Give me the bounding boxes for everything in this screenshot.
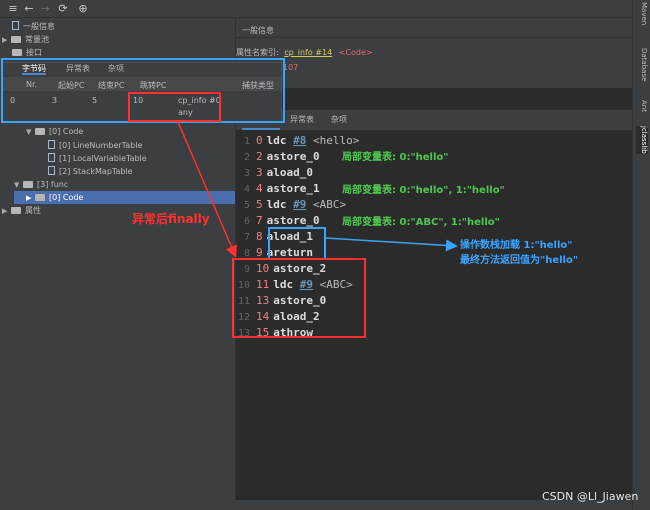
tab-database[interactable]: Database (636, 48, 648, 81)
tab-jclasslib[interactable]: jclasslib (636, 126, 648, 154)
arrow-handler-to-finally (177, 121, 237, 258)
status-bar (0, 500, 632, 510)
tab-ant[interactable]: Ant (636, 100, 648, 112)
annotation-arrows (177, 121, 458, 258)
arrow-return-note (325, 237, 458, 252)
tab-maven[interactable]: Maven (636, 2, 648, 25)
watermark: CSDN @Ll_Jiawen (542, 490, 639, 503)
tool-window-strip: Maven Database Ant jclasslib (632, 0, 650, 510)
